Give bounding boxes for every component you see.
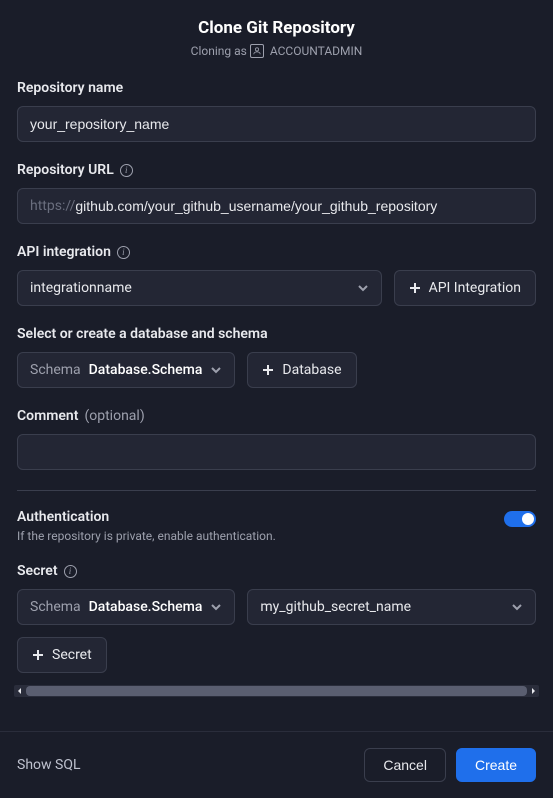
- add-secret-label: Secret: [52, 647, 92, 663]
- info-icon[interactable]: i: [120, 164, 133, 177]
- repo-url-input[interactable]: [75, 198, 523, 214]
- modal-subtitle: Cloning as ACCOUNTADMIN: [17, 44, 536, 58]
- api-integration-selected: integrationname: [30, 280, 132, 296]
- api-integration-field: API integration i integrationname API In…: [17, 244, 536, 306]
- add-database-label: Database: [282, 362, 341, 378]
- clone-repo-modal: Clone Git Repository Cloning as ACCOUNTA…: [0, 0, 553, 697]
- create-button[interactable]: Create: [456, 748, 536, 782]
- repo-name-field: Repository name: [17, 80, 536, 142]
- auth-title: Authentication: [17, 509, 276, 525]
- add-api-integration-button[interactable]: API Integration: [394, 270, 536, 306]
- role-badge: ACCOUNTADMIN: [250, 44, 363, 58]
- add-secret-button[interactable]: Secret: [17, 637, 107, 673]
- comment-optional: (optional): [84, 408, 144, 424]
- toggle-knob: [522, 513, 534, 525]
- chevron-down-icon: [511, 601, 523, 613]
- api-integration-select[interactable]: integrationname: [17, 270, 382, 306]
- api-integration-label-text: API integration: [17, 244, 111, 260]
- repo-name-input[interactable]: [17, 106, 536, 142]
- secret-label: Secret i: [17, 563, 536, 579]
- show-sql-button[interactable]: Show SQL: [17, 757, 81, 773]
- scroll-left-arrow[interactable]: [14, 685, 26, 697]
- horizontal-scrollbar[interactable]: [14, 685, 539, 697]
- comment-field: Comment (optional): [17, 408, 536, 470]
- scroll-right-arrow[interactable]: [527, 685, 539, 697]
- auth-text: Authentication If the repository is priv…: [17, 509, 276, 543]
- secret-selected: my_github_secret_name: [260, 599, 411, 615]
- url-prefix: https://: [30, 198, 75, 214]
- auth-subtitle: If the repository is private, enable aut…: [17, 529, 276, 543]
- add-database-button[interactable]: Database: [247, 352, 356, 388]
- modal-title: Clone Git Repository: [17, 18, 536, 38]
- auth-toggle[interactable]: [504, 511, 536, 527]
- repo-url-field: Repository URL i https://: [17, 162, 536, 224]
- schema-prefix: Schema: [30, 362, 81, 378]
- api-integration-label: API integration i: [17, 244, 536, 260]
- plus-icon: [409, 282, 421, 294]
- schema-select[interactable]: Schema Database.Schema: [17, 352, 235, 388]
- comment-label: Comment (optional): [17, 408, 536, 424]
- modal-footer: Show SQL Cancel Create: [0, 731, 553, 798]
- secret-name-select[interactable]: my_github_secret_name: [247, 589, 536, 625]
- role-icon: [250, 44, 264, 58]
- secret-schema-select[interactable]: Schema Database.Schema: [17, 589, 235, 625]
- repo-url-label-text: Repository URL: [17, 162, 114, 178]
- secret-schema-prefix: Schema: [30, 599, 81, 615]
- info-icon[interactable]: i: [117, 246, 130, 259]
- secret-field: Secret i Schema Database.Schema my_githu…: [17, 563, 536, 697]
- chevron-down-icon: [210, 601, 222, 613]
- chevron-down-icon: [357, 282, 369, 294]
- plus-icon: [262, 364, 274, 376]
- info-icon[interactable]: i: [64, 565, 77, 578]
- scroll-thumb[interactable]: [26, 686, 527, 696]
- secret-label-text: Secret: [17, 563, 58, 579]
- comment-input[interactable]: [17, 434, 536, 470]
- role-name: ACCOUNTADMIN: [270, 44, 363, 58]
- modal-header: Clone Git Repository Cloning as ACCOUNTA…: [17, 18, 536, 58]
- cancel-button[interactable]: Cancel: [364, 748, 446, 782]
- chevron-down-icon: [210, 364, 222, 376]
- repo-name-label: Repository name: [17, 80, 536, 96]
- db-schema-label: Select or create a database and schema: [17, 326, 536, 342]
- auth-section: Authentication If the repository is priv…: [17, 509, 536, 543]
- repo-url-input-wrapper[interactable]: https://: [17, 188, 536, 224]
- cloning-as-text: Cloning as: [191, 44, 247, 58]
- secret-schema-value: Database.Schema: [89, 599, 203, 615]
- db-schema-field: Select or create a database and schema S…: [17, 326, 536, 388]
- add-api-integration-label: API Integration: [429, 280, 521, 296]
- schema-value: Database.Schema: [89, 362, 203, 378]
- comment-label-text: Comment: [17, 408, 78, 424]
- repo-url-label: Repository URL i: [17, 162, 536, 178]
- divider: [17, 490, 536, 491]
- plus-icon: [32, 649, 44, 661]
